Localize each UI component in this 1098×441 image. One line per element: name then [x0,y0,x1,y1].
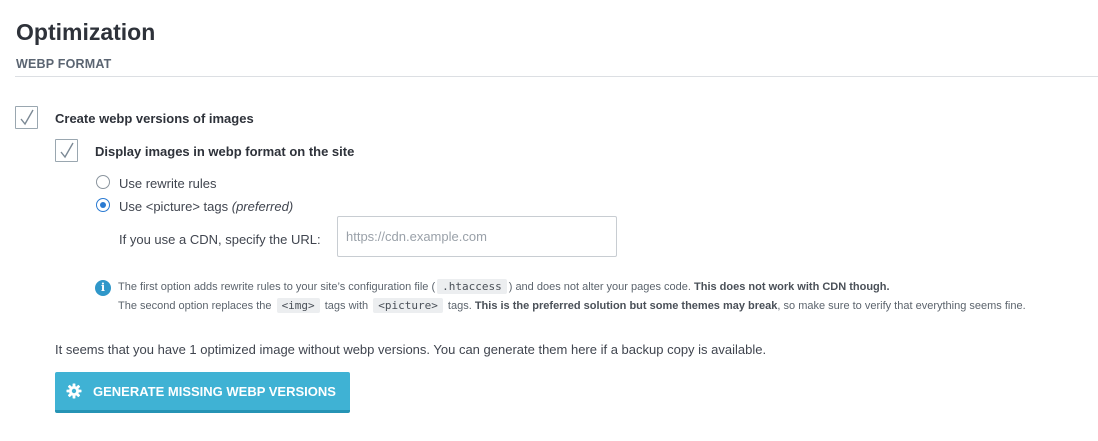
preferred-note: (preferred) [231,199,294,214]
info-icon: i [95,280,111,296]
picture-tags-radio[interactable] [96,198,110,212]
cdn-url-label: If you use a CDN, specify the URL: [119,232,321,247]
help-emphasis: This is the preferred solution but some … [474,300,778,312]
section-divider [15,76,1098,77]
create-webp-label: Create webp versions of images [55,111,254,126]
missing-webp-notice: It seems that you have 1 optimized image… [55,342,767,357]
cdn-url-input[interactable] [337,216,617,257]
img-tag-code: <img> [276,298,320,313]
help-text: The first option adds rewrite rules to y… [118,281,436,293]
picture-tag-code: <picture> [373,298,443,313]
rewrite-rules-label: Use rewrite rules [119,176,217,191]
section-title: WEBP FORMAT [16,57,112,71]
picture-tags-label-wrap: Use <picture> tags (preferred) [119,199,293,214]
help-line-1: The first option adds rewrite rules to y… [118,279,890,294]
generate-missing-webp-button[interactable]: GENERATE MISSING WEBP VERSIONS [55,372,350,413]
help-emphasis: This does not work with CDN though. [694,281,890,293]
page-title: Optimization [16,19,156,45]
checkmark-icon [20,109,34,126]
help-text: tags with [324,300,369,312]
help-text: The second option replaces the [118,300,272,312]
help-text: ) and does not alter your pages code. [508,281,691,293]
help-line-2: The second option replaces the <img> tag… [118,298,1026,313]
checkmark-icon [60,142,74,159]
display-webp-checkbox[interactable] [55,139,78,162]
help-text: , so make sure to verify that everything… [777,300,1026,312]
gear-icon [66,383,82,399]
display-webp-label: Display images in webp format on the sit… [95,144,355,159]
generate-button-label: GENERATE MISSING WEBP VERSIONS [93,383,336,399]
create-webp-checkbox[interactable] [15,106,38,129]
help-text: tags. [447,300,472,312]
picture-tags-label: Use <picture> tags [119,199,229,214]
htaccess-code: .htaccess [437,279,507,294]
rewrite-rules-radio[interactable] [96,175,110,189]
